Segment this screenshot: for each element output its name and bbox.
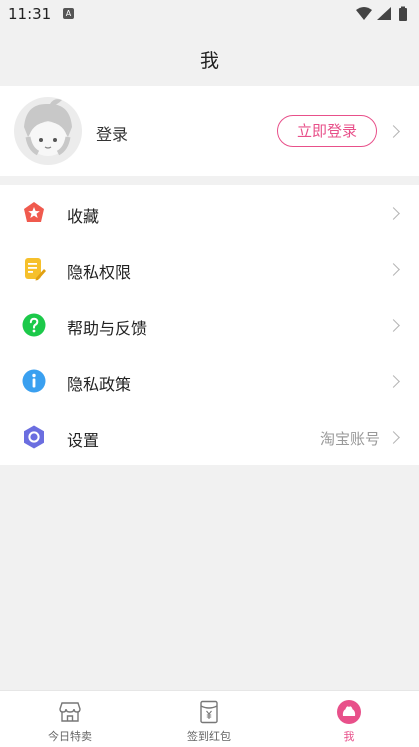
status-icons [355,6,411,26]
login-button[interactable]: 立即登录 [277,115,377,147]
signal-icon [377,7,391,20]
chevron-right-icon [387,431,400,444]
menu-item-favorites[interactable]: 收藏 [0,185,419,241]
battery-icon [399,6,407,21]
menu-item-privacy-policy[interactable]: 隐私政策 [0,353,419,409]
bottom-tab-bar: 今日特卖 签到红包 我 [0,690,419,747]
menu-item-label: 隐私政策 [67,375,132,394]
menu-item-label: 收藏 [67,207,100,226]
help-icon [22,313,46,337]
wifi-icon [356,7,372,20]
info-icon [22,369,46,393]
profile-icon [337,700,361,724]
menu-item-help-feedback[interactable]: 帮助与反馈 [0,297,419,353]
notification-icon: A [63,8,74,19]
tab-checkin-red-envelope[interactable]: 签到红包 [159,691,259,747]
document-edit-icon [22,257,46,281]
login-label[interactable]: 登录 [96,121,128,145]
status-time: 11:31 [8,5,52,23]
avatar[interactable] [14,97,82,165]
menu-item-label: 帮助与反馈 [67,319,148,338]
chevron-right-icon [387,375,400,388]
page-title: 我 [199,50,219,72]
tab-label: 我 [343,730,355,743]
taobao-account-label: 淘宝账号 [319,430,380,448]
tab-label: 今日特卖 [48,730,92,743]
tab-label: 签到红包 [187,730,231,743]
chevron-right-icon [387,125,400,138]
menu-item-label: 设置 [67,431,100,450]
chevron-right-icon [387,319,400,332]
menu-item-privacy-permissions[interactable]: 隐私权限 [0,241,419,297]
profile-card[interactable]: 登录 立即登录 [0,86,419,176]
page-header: 我 [0,28,419,86]
menu-list: 收藏 隐私权限 帮助与反馈 隐私政策 设置 淘宝账号 [0,185,419,465]
star-icon [22,201,46,225]
menu-item-settings[interactable]: 设置 淘宝账号 [0,409,419,465]
tab-daily-deals[interactable]: 今日特卖 [20,691,120,747]
red-envelope-icon [197,700,221,724]
shop-icon [58,700,82,724]
menu-item-label: 隐私权限 [67,263,132,282]
settings-icon [22,425,46,449]
tab-me[interactable]: 我 [299,691,399,747]
status-bar: 11:31 A [0,0,419,28]
chevron-right-icon [387,207,400,220]
chevron-right-icon [387,263,400,276]
